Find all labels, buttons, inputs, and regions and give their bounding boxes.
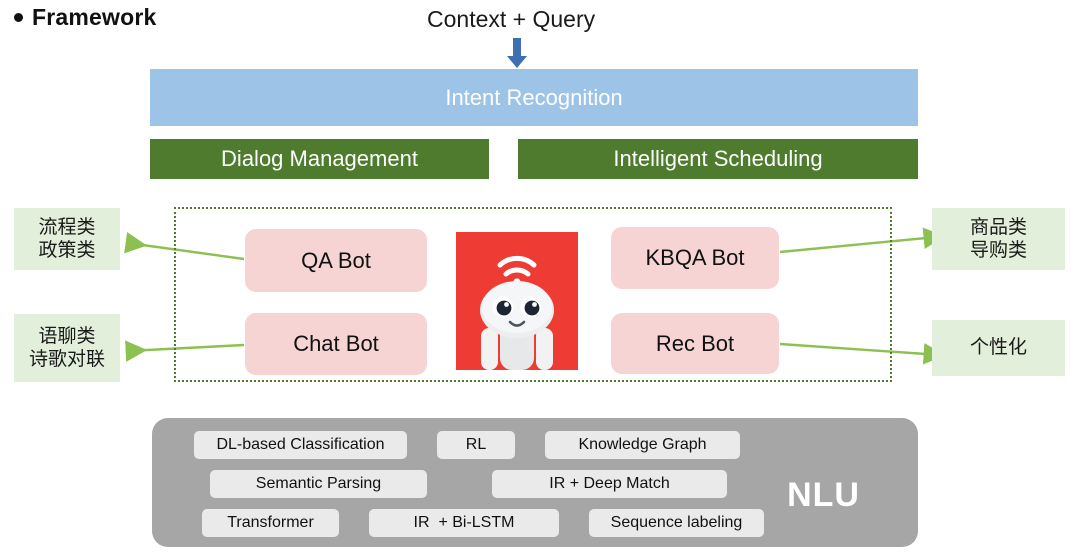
bot-label: Rec Bot (655, 330, 735, 356)
side-tag-right-personalization: 个性化 (932, 320, 1065, 376)
nlu-chip[interactable]: IR + Bi-LSTM (369, 509, 559, 537)
nlu-label: NLU (787, 476, 860, 514)
nlu-chip-row: DL-based Classification RL Knowledge Graph (194, 430, 740, 460)
context-query-label: Context + Query (427, 6, 596, 32)
bot-box-kbqa[interactable]: KBQA Bot (611, 227, 779, 289)
side-tag-line-1: 流程类 (38, 215, 96, 238)
side-tag-left-process-policy: 流程类 政策类 (14, 208, 120, 270)
intelligent-scheduling-label: Intelligent Scheduling (613, 146, 823, 171)
nlu-chip-row: Transformer IR + Bi-LSTM Sequence labeling (202, 508, 764, 538)
nlu-chip[interactable]: IR + Deep Match (492, 470, 727, 498)
bot-label: QA Bot (301, 247, 371, 273)
nlu-chip[interactable]: DL-based Classification (194, 431, 407, 459)
page-title-label: Framework (32, 4, 157, 30)
side-tag-left-chat-poetry: 语聊类 诗歌对联 (14, 314, 120, 382)
page-title: Framework (14, 4, 157, 31)
bot-label: Chat Bot (293, 331, 379, 356)
side-tag-line-2: 政策类 (38, 239, 96, 261)
bullet-dot-icon (14, 13, 23, 22)
side-tag-line-1: 语聊类 (38, 324, 96, 347)
bot-box-chat[interactable]: Chat Bot (245, 313, 427, 375)
side-tag-line-2: 导购类 (969, 239, 1027, 261)
side-tag-line-1: 商品类 (969, 215, 1027, 238)
side-tag-line-1: 个性化 (969, 336, 1027, 359)
side-tag-line-2: 诗歌对联 (28, 348, 105, 370)
nlu-chip[interactable]: RL (437, 431, 515, 459)
side-tag-right-product-guide: 商品类 导购类 (932, 208, 1065, 270)
dialog-management-label: Dialog Management (221, 146, 418, 171)
nlu-chip[interactable]: Knowledge Graph (545, 431, 740, 459)
robot-mascot-icon (456, 232, 578, 370)
bot-label: KBQA Bot (645, 245, 745, 270)
nlu-chip[interactable]: Transformer (202, 509, 339, 537)
bot-box-rec[interactable]: Rec Bot (611, 313, 779, 374)
down-arrow-icon (507, 38, 527, 68)
bot-box-qa[interactable]: QA Bot (245, 229, 427, 292)
nlu-chip[interactable]: Semantic Parsing (210, 470, 427, 498)
intent-recognition-label: Intent Recognition (445, 84, 623, 110)
nlu-panel: DL-based Classification RL Knowledge Graph… (152, 418, 918, 547)
intent-recognition-bar: Intent Recognition (150, 69, 918, 126)
nlu-chip[interactable]: Sequence labeling (589, 509, 764, 537)
nlu-chip-row: Semantic Parsing IR + Deep Match (210, 469, 727, 499)
dialog-management-bar: Dialog Management (150, 139, 489, 179)
intelligent-scheduling-bar: Intelligent Scheduling (518, 139, 918, 179)
